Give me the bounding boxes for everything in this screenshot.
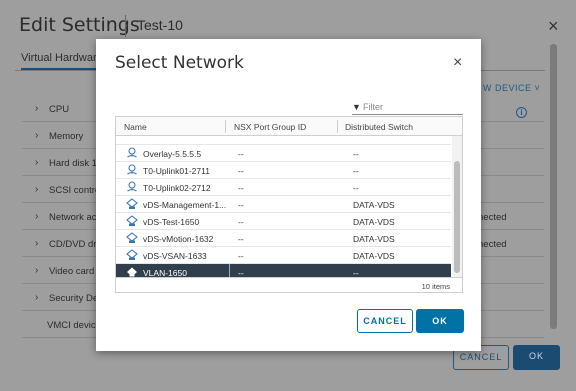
dvs-portgroup-icon [126,198,138,209]
add-new-device-button[interactable]: W DEVICE ˅ [483,83,540,93]
chevron-right-icon[interactable]: › [35,211,38,222]
hardware-label: Network ac [49,212,97,223]
network-datagrid: Name NSX Port Group ID Distributed Switc… [115,116,463,293]
dvs-portgroup-icon [126,249,138,260]
close-icon[interactable]: × [453,54,462,72]
scrollbar-thumb[interactable] [454,161,460,273]
distributed-switch: DATA-VDS [353,251,395,261]
filter-input[interactable] [363,100,461,114]
connected-status: nected [478,212,507,223]
dvs-portgroup-icon [126,232,138,243]
chevron-right-icon[interactable]: › [35,130,38,141]
tab-virtual-hardware[interactable]: Virtual Hardware [21,52,103,70]
nsx-port-group-id: -- [238,268,244,277]
partial-row [116,136,451,145]
chevron-right-icon[interactable]: › [35,103,38,114]
hardware-label: SCSI contro [49,185,101,196]
cancel-button[interactable]: CANCEL [357,309,413,333]
dvs-portgroup-icon [126,215,138,226]
edit-settings-title: Edit Settings [19,14,140,36]
nsx-port-group-id: -- [238,251,244,261]
item-count: 10 items [421,282,450,291]
distributed-switch: -- [353,183,359,193]
table-row[interactable]: vDS-VSAN-1633 -- DATA-VDS [116,247,451,264]
network-icon [127,164,137,175]
hardware-label: Video card [49,266,95,277]
chevron-right-icon[interactable]: › [35,184,38,195]
network-icon [127,267,137,277]
table-row[interactable]: Overlay-5.5.5.5 -- -- [116,145,451,162]
network-name: vDS-Test-1650 [143,217,200,227]
table-row[interactable]: vDS-Test-1650 -- DATA-VDS [116,213,451,230]
network-name: vDS-Management-1... [143,200,227,210]
network-name: VLAN-1650 [143,268,187,277]
nsx-port-group-id: -- [238,183,244,193]
nsx-port-group-id: -- [238,200,244,210]
distributed-switch: -- [353,268,359,277]
chevron-right-icon[interactable]: › [35,157,38,168]
network-icon [127,181,137,192]
network-icon [127,147,137,158]
network-name: vDS-vMotion-1632 [143,234,214,244]
edit-settings-scrollbar[interactable] [550,44,557,329]
distributed-switch: DATA-VDS [353,200,395,210]
nsx-port-group-id: -- [238,234,244,244]
hardware-label: VMCI device [47,320,101,331]
distributed-switch: -- [353,149,359,159]
edit-settings-close-icon[interactable]: × [548,16,559,37]
column-header-nsx-port-group-id[interactable]: NSX Port Group ID [234,122,306,132]
column-separator[interactable] [337,120,338,133]
table-row[interactable]: vDS-Management-1... -- DATA-VDS [116,196,451,213]
modal-title: Select Network [115,53,244,73]
chevron-right-icon[interactable]: › [35,238,38,249]
edit-settings-ok-button[interactable]: OK [513,345,560,370]
table-row[interactable]: T0-Uplink01-2711 -- -- [116,162,451,179]
ok-button[interactable]: OK [416,309,464,333]
filter-icon: ▼ [352,102,361,112]
network-name: T0-Uplink01-2711 [143,166,210,176]
network-name: Overlay-5.5.5.5 [143,149,202,159]
nsx-port-group-id: -- [238,217,244,227]
datagrid-header: Name NSX Port Group ID Distributed Switc… [116,117,462,136]
column-header-name[interactable]: Name [124,122,147,132]
datagrid-scrollbar[interactable] [452,136,462,277]
table-row-selected[interactable]: VLAN-1650 -- -- [116,264,451,277]
distributed-switch: -- [353,166,359,176]
chevron-right-icon[interactable]: › [35,292,38,303]
hardware-label: CPU [49,104,70,115]
distributed-switch: DATA-VDS [353,234,395,244]
hardware-label: CD/DVD dr [49,239,97,250]
network-name: T0-Uplink02-2712 [143,183,211,193]
column-header-distributed-switch[interactable]: Distributed Switch [345,122,413,132]
vm-name: Test-10 [137,17,183,33]
connected-status: nected [478,239,507,250]
table-row[interactable]: vDS-vMotion-1632 -- DATA-VDS [116,230,451,247]
nsx-port-group-id: -- [238,166,244,176]
column-separator[interactable] [225,120,226,133]
hardware-label: Hard disk 1 [49,158,98,169]
table-row[interactable]: T0-Uplink02-2712 -- -- [116,179,451,196]
select-network-modal: Select Network × ▼ Name NSX Port Group I… [96,39,481,351]
datagrid-footer: 10 items [116,277,462,292]
hardware-label: Security De [49,293,99,304]
distributed-switch: DATA-VDS [353,217,395,227]
hardware-label: Memory [49,131,84,142]
network-name: vDS-VSAN-1633 [143,251,207,261]
datagrid-body: Overlay-5.5.5.5 -- -- T0-Uplink01-2711 -… [116,136,451,277]
chevron-right-icon[interactable]: › [35,265,38,276]
cell-focus-border [229,264,230,277]
filter-box: ▼ [352,100,463,115]
nsx-port-group-id: -- [238,149,244,159]
title-separator [125,15,126,37]
